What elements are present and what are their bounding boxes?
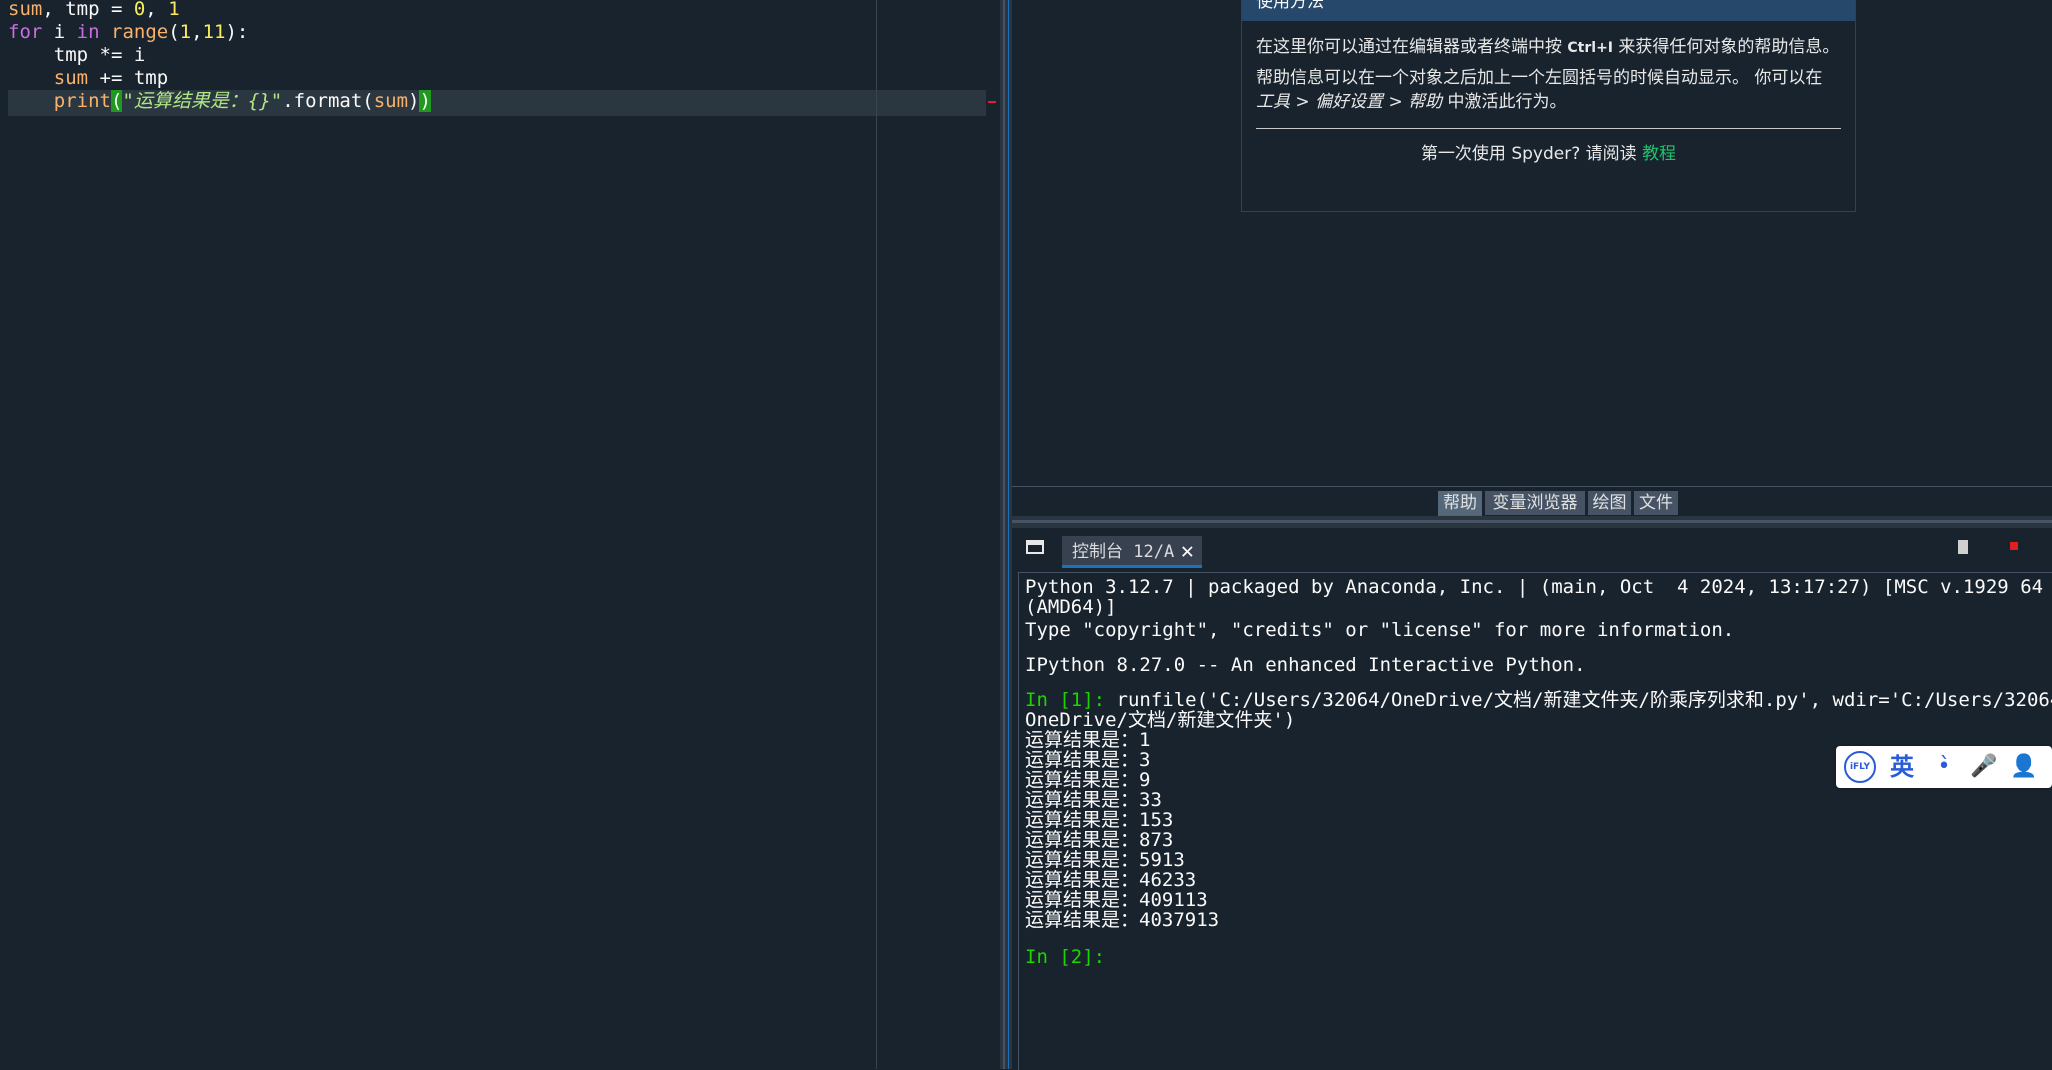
help-text: 在这里你可以通过在编辑器或者终端中按 bbox=[1256, 37, 1568, 57]
token: 11 bbox=[202, 21, 226, 43]
help-text: 中激活此行为。 bbox=[1442, 92, 1567, 112]
help-usage-card: 使用方法 在这里你可以通过在编辑器或者终端中按 Ctrl+I 来获得任何对象的帮… bbox=[1241, 0, 1856, 212]
splitter-rail bbox=[1003, 0, 1005, 1069]
language-toggle-button[interactable]: 英 bbox=[1886, 751, 1918, 783]
token: for bbox=[8, 21, 43, 43]
matched-bracket: ( bbox=[110, 90, 123, 112]
token: tmp *= i bbox=[8, 44, 146, 66]
tab-files[interactable]: 文件 bbox=[1634, 491, 1678, 515]
tab-variable-explorer[interactable]: 变量浏览器 bbox=[1485, 491, 1585, 515]
token: 1 bbox=[179, 21, 192, 43]
preferences-path: 工具 > 偏好设置 > 帮助 bbox=[1256, 92, 1443, 112]
pane-tab-bar: 帮助 变量浏览器 绘图 文件 bbox=[1012, 486, 2052, 517]
console-line: Type "copyright", "credits" or "license"… bbox=[1025, 619, 1735, 641]
token: .format( bbox=[282, 90, 374, 112]
edge-line bbox=[876, 0, 877, 1069]
splitter-accent bbox=[1008, 0, 1009, 1069]
token: sum bbox=[8, 0, 43, 20]
tab-plots[interactable]: 绘图 bbox=[1588, 491, 1631, 515]
vertical-splitter[interactable] bbox=[1000, 0, 1012, 1069]
punctuation-icon[interactable]: •̀ bbox=[1928, 751, 1960, 783]
scroll-flag-marker bbox=[988, 101, 996, 103]
user-icon[interactable]: 👤 bbox=[2008, 751, 2040, 783]
help-footer-text: 第一次使用 Spyder? 请阅读 bbox=[1420, 144, 1643, 164]
console-line: Python 3.12.7 | packaged by Anaconda, In… bbox=[1025, 576, 2052, 598]
help-paragraph-2: 帮助信息可以在一个对象之后加上一个左圆括号的时候自动显示。 你可以在 工具 > … bbox=[1256, 66, 1841, 114]
token: "运算结果是：{}" bbox=[122, 90, 283, 112]
token: sum bbox=[53, 67, 89, 89]
console-line: (AMD64)] bbox=[1025, 596, 1117, 618]
input-prompt: In [2]: bbox=[1025, 946, 1106, 968]
token: range bbox=[111, 21, 169, 43]
tab-help[interactable]: 帮助 bbox=[1438, 491, 1482, 517]
help-card-header: 使用方法 bbox=[1242, 0, 1855, 21]
tutorial-link[interactable]: 教程 bbox=[1642, 144, 1676, 164]
ifly-logo-icon[interactable]: iFLY bbox=[1844, 751, 1876, 783]
token: 0 bbox=[133, 0, 146, 20]
shortcut-key: Ctrl+I bbox=[1567, 40, 1614, 56]
help-pane: 使用方法 在这里你可以通过在编辑器或者终端中按 Ctrl+I 来获得任何对象的帮… bbox=[1012, 0, 2052, 517]
console-line: In [2]: bbox=[1025, 945, 1105, 969]
console-tab-label: 控制台 12/A bbox=[1072, 542, 1175, 562]
help-text: 来获得任何对象的帮助信息。 bbox=[1613, 37, 1840, 57]
matched-bracket: ) bbox=[419, 90, 431, 112]
token: , tmp = bbox=[42, 0, 134, 20]
code-line-3[interactable]: tmp *= i bbox=[8, 44, 146, 67]
splitter-rail bbox=[1012, 520, 2052, 523]
token: in bbox=[76, 21, 100, 43]
help-text: 帮助信息可以在一个对象之后加上一个左圆括号的时候自动显示。 你可以在 bbox=[1256, 68, 1823, 88]
ime-toolbar[interactable]: iFLY 英 •̀ 🎤 👤 bbox=[1836, 746, 2052, 788]
token: sum bbox=[373, 90, 409, 112]
console-output[interactable]: Python 3.12.7 | packaged by Anaconda, In… bbox=[1018, 572, 2052, 1070]
token: ) bbox=[408, 90, 420, 112]
token: i bbox=[42, 21, 77, 43]
token: print bbox=[53, 90, 111, 112]
code-line-5[interactable]: print("运算结果是：{}".format(sum)) bbox=[8, 90, 431, 113]
token: ): bbox=[225, 21, 249, 43]
close-icon[interactable]: ✕ bbox=[1181, 536, 1194, 568]
tab-console[interactable]: 控制台 12/A ✕ bbox=[1062, 536, 1202, 568]
stop-icon[interactable] bbox=[2010, 542, 2018, 550]
token: ( bbox=[168, 21, 180, 43]
token: , bbox=[191, 21, 203, 43]
microphone-icon[interactable]: 🎤 bbox=[1968, 751, 2000, 783]
help-paragraph-1: 在这里你可以通过在编辑器或者终端中按 Ctrl+I 来获得任何对象的帮助信息。 bbox=[1256, 35, 1841, 60]
token: , bbox=[145, 0, 169, 20]
console-pane: 控制台 12/A ✕ Python 3.12.7 | packaged by A… bbox=[1012, 528, 2052, 1070]
help-footer: 第一次使用 Spyder? 请阅读 教程 bbox=[1242, 139, 1855, 164]
console-line: 运算结果是：4037913 bbox=[1025, 909, 1220, 931]
horizontal-splitter[interactable] bbox=[1012, 516, 2052, 528]
code-editor[interactable]: sum, tmp = 0, 1 for i in range(1,11): tm… bbox=[0, 0, 1000, 1069]
code-line-4[interactable]: sum += tmp bbox=[8, 67, 168, 90]
token: 1 bbox=[168, 0, 180, 20]
console-line: IPython 8.27.0 -- An enhanced Interactiv… bbox=[1025, 654, 1586, 676]
window-icon[interactable] bbox=[1026, 540, 1044, 554]
copy-icon[interactable] bbox=[1958, 540, 1968, 554]
help-divider bbox=[1256, 128, 1841, 129]
code-line-2[interactable]: for i in range(1,11): bbox=[8, 21, 248, 44]
code-line-1[interactable]: sum, tmp = 0, 1 bbox=[8, 0, 180, 21]
token: += tmp bbox=[88, 67, 169, 89]
